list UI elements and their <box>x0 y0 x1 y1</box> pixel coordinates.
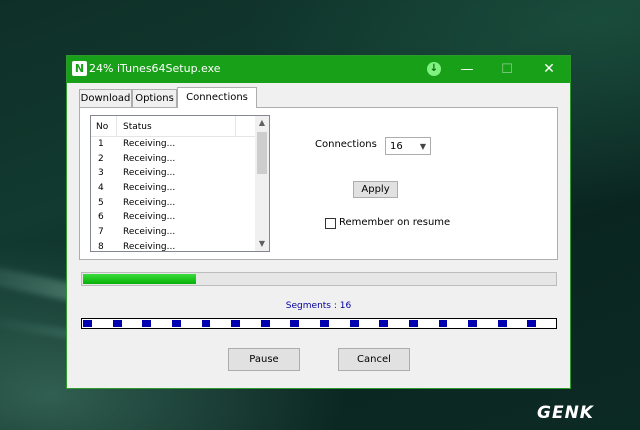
segment-block <box>320 320 329 327</box>
row-status: Receiving... <box>123 168 176 179</box>
minimize-button[interactable]: — <box>447 56 487 83</box>
row-status: Receiving... <box>123 153 176 164</box>
segment-block <box>231 320 240 327</box>
row-number: 1 <box>98 139 104 149</box>
segment-block <box>497 320 507 327</box>
row-number: 6 <box>98 212 104 223</box>
row-status: Receiving... <box>123 183 176 194</box>
segment-block <box>468 320 477 327</box>
segment-block <box>408 320 418 327</box>
cancel-button[interactable]: Cancel <box>338 348 410 371</box>
column-header-no[interactable]: No <box>91 116 117 136</box>
row-number: 7 <box>98 227 104 238</box>
connections-select[interactable]: 16 ▼ <box>385 137 431 155</box>
list-scrollbar[interactable]: ▲ ▼ <box>255 116 269 251</box>
segment-block <box>171 320 181 327</box>
row-number: 5 <box>98 197 104 208</box>
list-item[interactable]: 2 Receiving... <box>91 152 256 167</box>
app-logo-icon: N <box>72 61 87 76</box>
download-window: N 24% iTunes64Setup.exe ↓ — ☐ ✕ Download… <box>66 55 571 389</box>
list-item[interactable]: 4 Receiving... <box>91 181 256 196</box>
row-number: 4 <box>98 183 104 194</box>
connections-list[interactable]: No Status 1 Receiving... 2 Receiving... 3 R… <box>90 115 270 252</box>
scroll-thumb[interactable] <box>257 132 267 174</box>
row-status: Receiving... <box>123 212 176 223</box>
segment-block <box>201 320 211 327</box>
segment-block <box>379 320 389 327</box>
list-header: No Status <box>91 116 256 137</box>
tab-options[interactable]: Options <box>132 89 177 107</box>
progress-fill <box>83 274 197 284</box>
row-number: 8 <box>98 241 104 252</box>
connections-value: 16 <box>390 141 403 152</box>
list-item[interactable]: 5 Receiving... <box>91 196 256 211</box>
list-item[interactable]: 3 Receiving... <box>91 166 256 181</box>
pause-button[interactable]: Pause <box>228 348 300 371</box>
row-status: Receiving... <box>123 197 176 208</box>
scroll-down-icon[interactable]: ▼ <box>255 237 269 251</box>
list-item[interactable]: 1 Receiving... <box>91 137 256 152</box>
download-progress-bar <box>81 272 557 286</box>
row-number: 2 <box>98 153 104 164</box>
segment-block <box>83 320 92 327</box>
title-bar[interactable]: N 24% iTunes64Setup.exe ↓ — ☐ ✕ <box>67 56 570 83</box>
watermark-logo: GENK <box>537 403 594 423</box>
download-status-icon[interactable]: ↓ <box>427 62 441 76</box>
segment-block <box>260 320 270 327</box>
column-header-status[interactable]: Status <box>118 116 236 136</box>
row-status: Receiving... <box>123 241 176 252</box>
segments-bar <box>81 318 557 329</box>
segment-block <box>290 320 300 327</box>
segments-label: Segments : 16 <box>285 301 352 311</box>
scroll-up-icon[interactable]: ▲ <box>255 116 269 130</box>
segment-block <box>349 320 359 327</box>
connections-panel: No Status 1 Receiving... 2 Receiving... 3 R… <box>79 107 558 260</box>
remember-checkbox[interactable] <box>325 218 336 229</box>
segment-block <box>527 320 537 327</box>
row-number: 3 <box>98 168 104 179</box>
tab-download[interactable]: Download <box>79 89 132 107</box>
connections-label: Connections <box>315 139 377 150</box>
tab-connections[interactable]: Connections <box>177 87 257 108</box>
list-rows: 1 Receiving... 2 Receiving... 3 Receiving..… <box>91 137 256 252</box>
list-item[interactable]: 6 Receiving... <box>91 210 256 225</box>
close-button[interactable]: ✕ <box>529 56 569 83</box>
remember-label: Remember on resume <box>339 217 451 228</box>
segment-block <box>142 320 152 327</box>
title-percent: 24% <box>89 62 114 75</box>
maximize-button[interactable]: ☐ <box>487 56 527 83</box>
apply-button[interactable]: Apply <box>353 181 398 198</box>
row-status: Receiving... <box>123 139 176 149</box>
list-item[interactable]: 8 Receiving... <box>91 240 256 252</box>
chevron-down-icon: ▼ <box>419 142 426 151</box>
title-filename: iTunes64Setup.exe <box>117 62 221 75</box>
row-status: Receiving... <box>123 227 176 238</box>
list-item[interactable]: 7 Receiving... <box>91 225 256 240</box>
segment-block <box>112 320 122 327</box>
segment-block <box>438 320 448 327</box>
